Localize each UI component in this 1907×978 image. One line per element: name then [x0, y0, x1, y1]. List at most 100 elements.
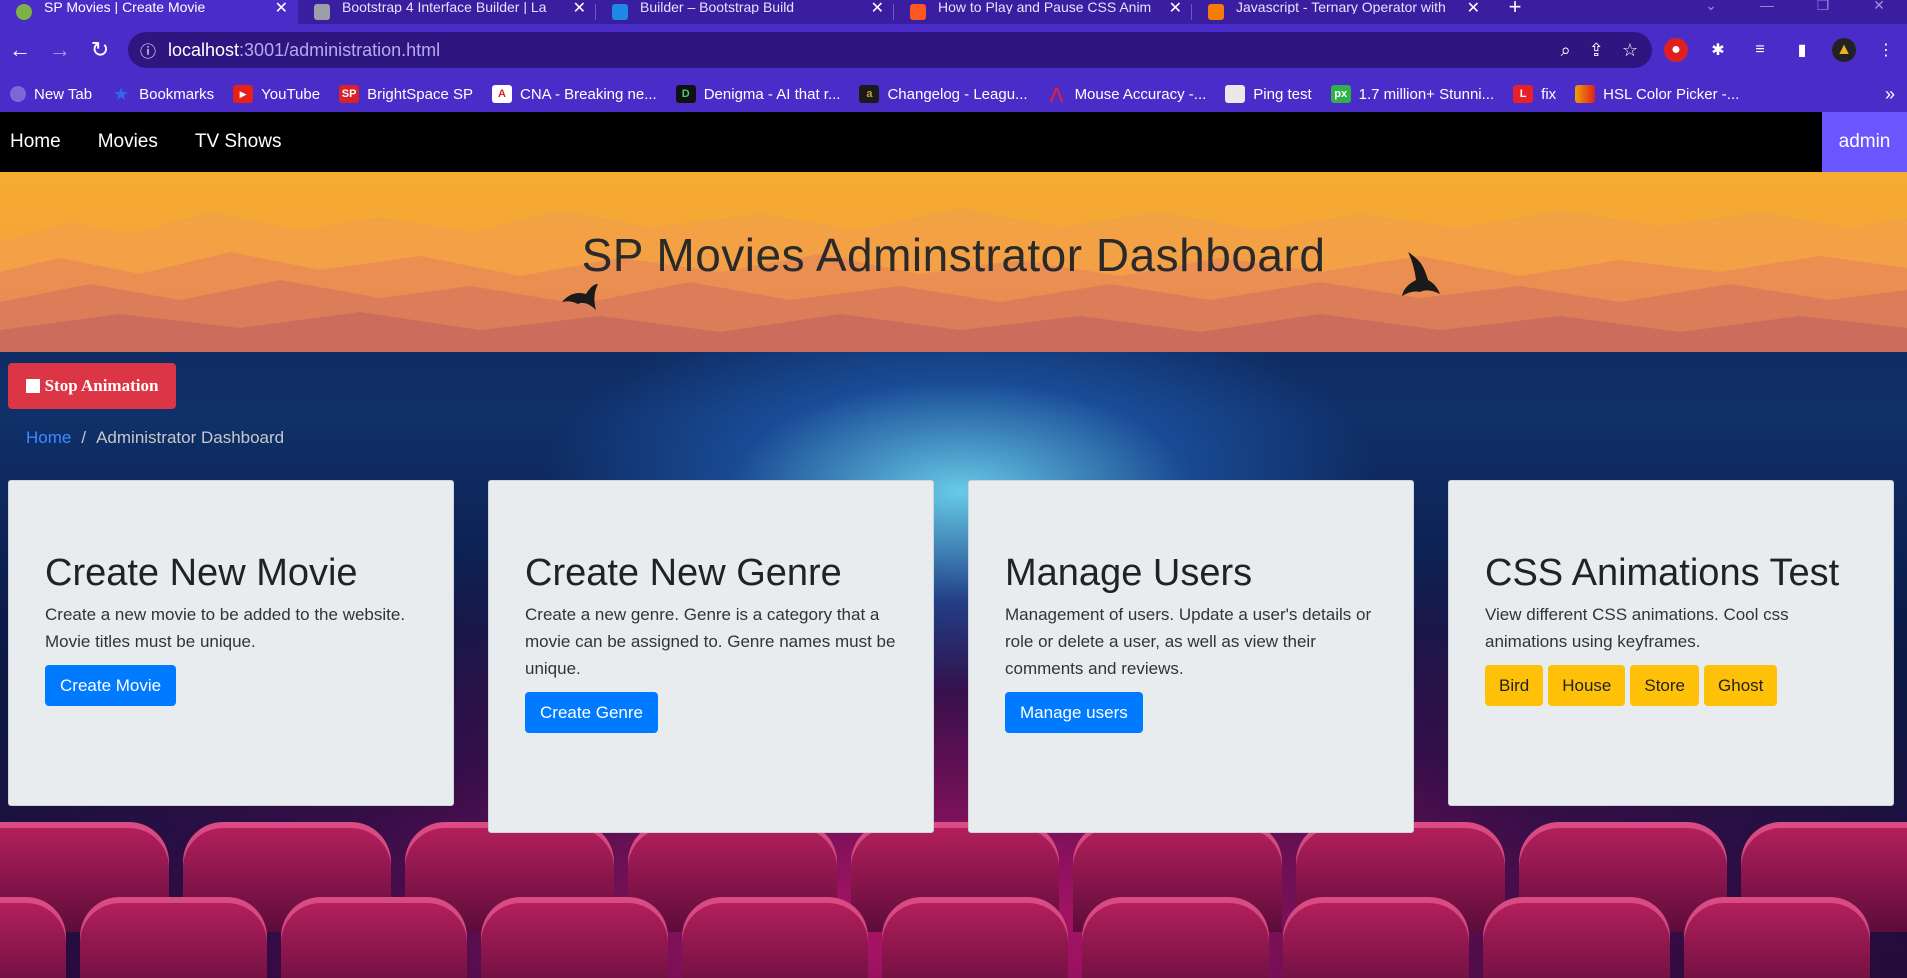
- close-tab-icon[interactable]: ✕: [1169, 1, 1182, 17]
- card-text: Create a new genre. Genre is a category …: [525, 605, 896, 678]
- stackoverflow-favicon-icon: [1208, 4, 1224, 20]
- browser-tab-bootstrap-builder[interactable]: Bootstrap 4 Interface Builder | La ✕: [298, 0, 596, 24]
- ping-logo-icon: [1225, 85, 1246, 103]
- asterisk-favicon-icon: [910, 4, 926, 20]
- browser-tab-strip: SP Movies | Create Movie ✕ Bootstrap 4 I…: [0, 0, 1907, 24]
- back-arrow-icon[interactable]: ←: [0, 30, 40, 70]
- nav-link-home[interactable]: Home: [10, 131, 61, 153]
- denigma-logo-icon: D: [675, 85, 696, 103]
- cinema-seats-background: [0, 812, 1907, 978]
- menu-kebab-icon[interactable]: ⋮: [1874, 38, 1898, 62]
- extensions-puzzle-icon[interactable]: ✱: [1706, 38, 1730, 62]
- breadcrumb-home-link[interactable]: Home: [26, 428, 71, 448]
- bookmark-new-tab[interactable]: New Tab: [10, 80, 92, 108]
- card-title: CSS Animations Test: [1485, 552, 1840, 594]
- bookmark-ping-test[interactable]: Ping test: [1225, 80, 1312, 108]
- create-movie-button[interactable]: Create Movie: [45, 665, 177, 706]
- browser-tab-bootstrap-build[interactable]: Builder – Bootstrap Build ✕: [596, 0, 894, 24]
- browser-tab-css-animation[interactable]: How to Play and Pause CSS Anim ✕: [894, 0, 1192, 24]
- league-logo-icon: a: [859, 85, 880, 103]
- sp-logo-icon: SP: [339, 85, 360, 103]
- house-animation-button[interactable]: House: [1548, 665, 1626, 706]
- site-navbar: Home Movies TV Shows admin: [0, 112, 1907, 172]
- bookmarks-bar: New Tab ★ Bookmarks ▶ YouTube SP BrightSpac…: [0, 76, 1907, 112]
- manage-users-button[interactable]: Manage users: [1005, 692, 1143, 733]
- tab-title: How to Play and Pause CSS Anim: [938, 0, 1152, 14]
- nav-link-movies[interactable]: Movies: [98, 131, 158, 153]
- card-text: View different CSS animations. Cool css …: [1485, 605, 1789, 651]
- bookmark-pexels[interactable]: px 1.7 million+ Stunni...: [1330, 80, 1494, 108]
- bookmarks-overflow-icon[interactable]: »: [1885, 76, 1895, 112]
- new-tab-button[interactable]: +: [1490, 0, 1540, 24]
- cna-logo-icon: A: [491, 85, 512, 103]
- hsl-logo-icon: [1575, 85, 1596, 103]
- stop-animation-label: Stop Animation: [44, 376, 159, 395]
- bookmark-youtube[interactable]: ▶ YouTube: [233, 80, 320, 108]
- hero-banner: SP Movies Adminstrator Dashboard: [0, 172, 1907, 352]
- bookmark-hsl-picker[interactable]: HSL Color Picker -...: [1575, 80, 1739, 108]
- close-tab-icon[interactable]: ✕: [573, 1, 586, 17]
- address-bar[interactable]: ⓘ localhost:3001/administration.html ⌕ ⇪…: [128, 32, 1652, 68]
- maximize-icon[interactable]: ❐: [1795, 0, 1851, 24]
- close-tab-icon[interactable]: ✕: [275, 1, 288, 17]
- extensions-area: ● ✱ ≡ ▮ ▲ ⋮: [1664, 24, 1898, 76]
- close-window-icon[interactable]: ✕: [1851, 0, 1907, 24]
- ghost-animation-button[interactable]: Ghost: [1704, 665, 1778, 706]
- mouse-accuracy-logo-icon: ⋀: [1049, 86, 1064, 103]
- nav-link-tv-shows[interactable]: TV Shows: [195, 131, 282, 153]
- star-icon: ★: [113, 83, 130, 104]
- adblock-extension-icon[interactable]: ●: [1664, 38, 1688, 62]
- zoom-icon[interactable]: ⌕: [1561, 40, 1571, 61]
- globe-icon: [10, 86, 26, 102]
- browser-toolbar: ← → ↻ ⓘ localhost:3001/administration.ht…: [0, 24, 1907, 76]
- bookmark-fix[interactable]: Lfix: [1513, 80, 1556, 108]
- admin-user-button[interactable]: admin: [1822, 112, 1907, 172]
- l-logo-icon: L: [1513, 85, 1534, 103]
- close-tab-icon[interactable]: ✕: [1467, 1, 1480, 17]
- dashboard-title: SP Movies Adminstrator Dashboard: [581, 229, 1326, 281]
- url-host: localhost: [168, 39, 240, 60]
- stop-animation-button[interactable]: Stop Animation: [8, 363, 176, 409]
- movie-favicon-icon: [16, 4, 32, 20]
- share-icon[interactable]: ⇪: [1589, 40, 1604, 61]
- tab-title: Bootstrap 4 Interface Builder | La: [342, 0, 547, 14]
- browser-tab-ternary-operator[interactable]: Javascript - Ternary Operator with ✕: [1192, 0, 1490, 24]
- minimize-icon[interactable]: —: [1739, 0, 1795, 24]
- tab-search-icon[interactable]: ⌄: [1683, 0, 1739, 24]
- bookmark-brightspace[interactable]: SP BrightSpace SP: [339, 80, 473, 108]
- pexels-logo-icon: px: [1330, 85, 1351, 103]
- tab-title: SP Movies | Create Movie: [44, 0, 206, 14]
- side-panel-icon[interactable]: ▮: [1790, 38, 1814, 62]
- browser-tab-sp-movies[interactable]: SP Movies | Create Movie ✕: [0, 0, 298, 24]
- cube-favicon-icon: [314, 4, 330, 20]
- youtube-icon: ▶: [233, 85, 254, 103]
- breadcrumb: Home / Administrator Dashboard: [26, 424, 284, 452]
- create-genre-button[interactable]: Create Genre: [525, 692, 658, 733]
- card-create-genre: Create New Genre Create a new genre. Gen…: [488, 480, 934, 833]
- bookmark-changelog[interactable]: a Changelog - Leagu...: [859, 80, 1028, 108]
- card-text: Management of users. Update a user's det…: [1005, 605, 1372, 678]
- site-info-icon[interactable]: ⓘ: [128, 38, 168, 62]
- tab-title: Builder – Bootstrap Build: [640, 0, 795, 14]
- bookmark-denigma[interactable]: D Denigma - AI that r...: [675, 80, 840, 108]
- bookmark-mouse-accuracy[interactable]: ⋀ Mouse Accuracy -...: [1047, 80, 1206, 108]
- reload-icon[interactable]: ↻: [80, 30, 120, 70]
- media-queue-icon[interactable]: ≡: [1748, 38, 1772, 62]
- close-tab-icon[interactable]: ✕: [871, 1, 884, 17]
- url-path: :3001/administration.html: [239, 39, 441, 60]
- store-animation-button[interactable]: Store: [1630, 665, 1700, 706]
- card-create-movie: Create New Movie Create a new movie to b…: [8, 480, 454, 806]
- bird-animation-button[interactable]: Bird: [1485, 665, 1544, 706]
- breadcrumb-separator: /: [81, 428, 87, 447]
- bookmark-folder[interactable]: ★ Bookmarks: [111, 80, 214, 108]
- bookmark-cna[interactable]: A CNA - Breaking ne...: [491, 80, 657, 108]
- bootstrap-favicon-icon: [612, 4, 628, 20]
- card-text: Create a new movie to be added to the we…: [45, 605, 406, 651]
- forward-arrow-icon[interactable]: →: [40, 30, 80, 70]
- breadcrumb-current: Administrator Dashboard: [96, 428, 285, 447]
- profile-avatar-icon[interactable]: ▲: [1832, 38, 1856, 62]
- stop-square-icon: [25, 379, 40, 393]
- page-content: Home Movies TV Shows admin SP Movies Adm…: [0, 112, 1907, 978]
- bookmark-star-icon[interactable]: ☆: [1622, 40, 1638, 61]
- card-title: Manage Users: [1005, 552, 1253, 594]
